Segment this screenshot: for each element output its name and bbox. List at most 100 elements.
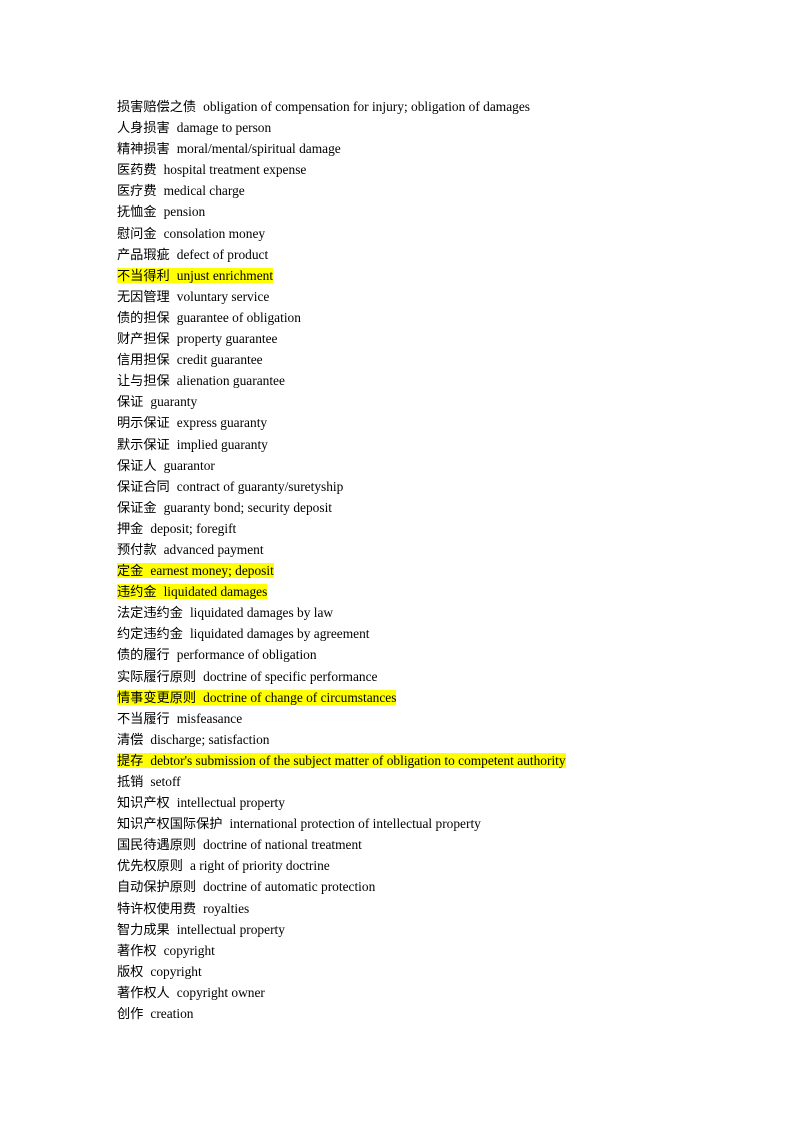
- glossary-gloss: misfeasance: [176, 710, 243, 726]
- entry-text: 约定违约金 liquidated damages by agreement: [117, 626, 370, 643]
- glossary-gloss: deposit; foregift: [150, 520, 237, 536]
- entry-text: 明示保证 express guaranty: [117, 415, 267, 431]
- entry-text: 清偿 discharge; satisfaction: [117, 731, 270, 748]
- glossary-gloss: liquidated damages: [163, 584, 268, 600]
- entry-text: 医疗费 medical charge: [117, 183, 245, 199]
- glossary-term: 约定违约金: [117, 627, 183, 643]
- glossary-term: 押金: [117, 521, 144, 537]
- glossary-entry: 情事变更原则 doctrine of change of circumstance…: [117, 687, 794, 708]
- entry-text: 著作权 copyright: [117, 942, 215, 959]
- glossary-term: 产品瑕疵: [117, 247, 170, 263]
- glossary-entry: 让与担保 alienation guarantee: [117, 370, 794, 391]
- glossary-term: 定金: [117, 564, 144, 580]
- glossary-term: 不当得利: [117, 268, 170, 284]
- glossary-term: 优先权原则: [117, 859, 183, 875]
- entry-text: 创作 creation: [117, 1006, 194, 1023]
- glossary-entry: 著作权 copyright: [117, 940, 794, 961]
- entry-text: 知识产权国际保护 international protection of inte…: [117, 816, 481, 832]
- glossary-entry: 约定违约金 liquidated damages by agreement: [117, 623, 794, 644]
- glossary-term: 让与担保: [117, 374, 170, 390]
- glossary-entry: 法定违约金 liquidated damages by law: [117, 602, 794, 623]
- glossary-gloss: unjust enrichment: [176, 267, 274, 283]
- glossary-entry: 债的担保 guarantee of obligation: [117, 307, 794, 328]
- glossary-gloss: copyright: [163, 942, 215, 958]
- glossary-entry: 创作 creation: [117, 1003, 794, 1024]
- glossary-term: 智力成果: [117, 922, 170, 938]
- entry-text: 预付款 advanced payment: [117, 542, 264, 558]
- glossary-gloss: doctrine of change of circumstances: [203, 689, 397, 705]
- glossary-gloss: doctrine of automatic protection: [203, 879, 376, 895]
- glossary-gloss: voluntary service: [176, 288, 270, 304]
- glossary-entry: 智力成果 intellectual property: [117, 919, 794, 940]
- glossary-term: 人身损害: [117, 121, 170, 137]
- glossary-term: 信用担保: [117, 353, 170, 369]
- entry-text: 法定违约金 liquidated damages by law: [117, 605, 333, 621]
- glossary-gloss: pension: [163, 204, 206, 220]
- glossary-gloss: earnest money; deposit: [150, 563, 274, 579]
- glossary-gloss: copyright: [150, 963, 202, 979]
- glossary-entry: 慰问金 consolation money: [117, 223, 794, 244]
- entry-text: 抵销 setoff: [117, 774, 181, 790]
- glossary-term: 预付款: [117, 542, 157, 558]
- glossary-entry: 特许权使用费 royalties: [117, 898, 794, 919]
- glossary-entry-list: 损害赔偿之债 obligation of compensation for inj…: [117, 96, 794, 1024]
- entry-text: 精神损害 moral/mental/spiritual damage: [117, 141, 341, 157]
- glossary-gloss: guaranty: [150, 394, 198, 410]
- glossary-entry: 债的履行 performance of obligation: [117, 644, 794, 665]
- glossary-entry: 无因管理 voluntary service: [117, 286, 794, 307]
- glossary-gloss: debtor's submission of the subject matte…: [150, 752, 566, 768]
- entry-text: 让与担保 alienation guarantee: [117, 373, 285, 390]
- glossary-term: 违约金: [117, 585, 157, 601]
- glossary-entry: 信用担保 credit guarantee: [117, 349, 794, 370]
- glossary-gloss: damage to person: [176, 120, 272, 136]
- glossary-term: 医药费: [117, 163, 157, 179]
- entry-text: 著作权人 copyright owner: [117, 985, 265, 1001]
- glossary-entry: 医疗费 medical charge: [117, 180, 794, 201]
- glossary-term: 创作: [117, 1007, 144, 1023]
- glossary-gloss: defect of product: [176, 246, 269, 262]
- entry-text: 债的担保 guarantee of obligation: [117, 310, 301, 326]
- glossary-term: 知识产权: [117, 796, 170, 812]
- glossary-gloss: credit guarantee: [176, 352, 263, 368]
- entry-text: 自动保护原则 doctrine of automatic protection: [117, 879, 376, 895]
- glossary-entry: 押金 deposit; foregift: [117, 518, 794, 539]
- glossary-gloss: a right of priority doctrine: [189, 858, 330, 874]
- entry-text: 不当履行 misfeasance: [117, 710, 243, 727]
- glossary-entry: 抵销 setoff: [117, 771, 794, 792]
- glossary-entry: 版权 copyright: [117, 961, 794, 982]
- glossary-term: 抚恤金: [117, 205, 157, 221]
- glossary-entry: 保证合同 contract of guaranty/suretyship: [117, 476, 794, 497]
- glossary-gloss: performance of obligation: [176, 647, 317, 663]
- glossary-term: 债的履行: [117, 648, 170, 664]
- glossary-term: 国民待遇原则: [117, 838, 197, 854]
- glossary-entry: 实际履行原则 doctrine of specific performance: [117, 666, 794, 687]
- glossary-entry: 知识产权国际保护 international protection of inte…: [117, 813, 794, 834]
- glossary-term: 不当履行: [117, 711, 170, 727]
- entry-text: 版权 copyright: [117, 963, 202, 980]
- glossary-entry: 精神损害 moral/mental/spiritual damage: [117, 138, 794, 159]
- glossary-entry: 自动保护原则 doctrine of automatic protection: [117, 876, 794, 897]
- glossary-gloss: discharge; satisfaction: [150, 731, 270, 747]
- glossary-gloss: guarantor: [163, 457, 215, 473]
- glossary-gloss: guaranty bond; security deposit: [163, 499, 333, 515]
- glossary-term: 情事变更原则: [117, 690, 197, 706]
- highlighted-text: 提存 debtor's submission of the subject mat…: [117, 752, 566, 769]
- entry-text: 医药费 hospital treatment expense: [117, 162, 306, 179]
- glossary-gloss: setoff: [150, 774, 181, 789]
- glossary-gloss: alienation guarantee: [176, 373, 285, 389]
- highlighted-text: 定金 earnest money; deposit: [117, 563, 274, 580]
- glossary-entry: 违约金 liquidated damages: [117, 581, 794, 602]
- entry-text: 信用担保 credit guarantee: [117, 352, 263, 369]
- glossary-entry: 提存 debtor's submission of the subject mat…: [117, 750, 794, 771]
- glossary-entry: 医药费 hospital treatment expense: [117, 159, 794, 180]
- entry-text: 财产担保 property guarantee: [117, 331, 278, 347]
- entry-text: 人身损害 damage to person: [117, 120, 272, 137]
- glossary-entry: 国民待遇原则 doctrine of national treatment: [117, 834, 794, 855]
- glossary-term: 损害赔偿之债: [117, 100, 197, 115]
- entry-text: 损害赔偿之债 obligation of compensation for inj…: [117, 99, 530, 115]
- glossary-term: 实际履行原则: [117, 669, 197, 685]
- glossary-entry: 保证金 guaranty bond; security deposit: [117, 497, 794, 518]
- glossary-term: 保证合同: [117, 479, 170, 495]
- glossary-term: 保证人: [117, 458, 157, 474]
- glossary-gloss: intellectual property: [176, 795, 285, 811]
